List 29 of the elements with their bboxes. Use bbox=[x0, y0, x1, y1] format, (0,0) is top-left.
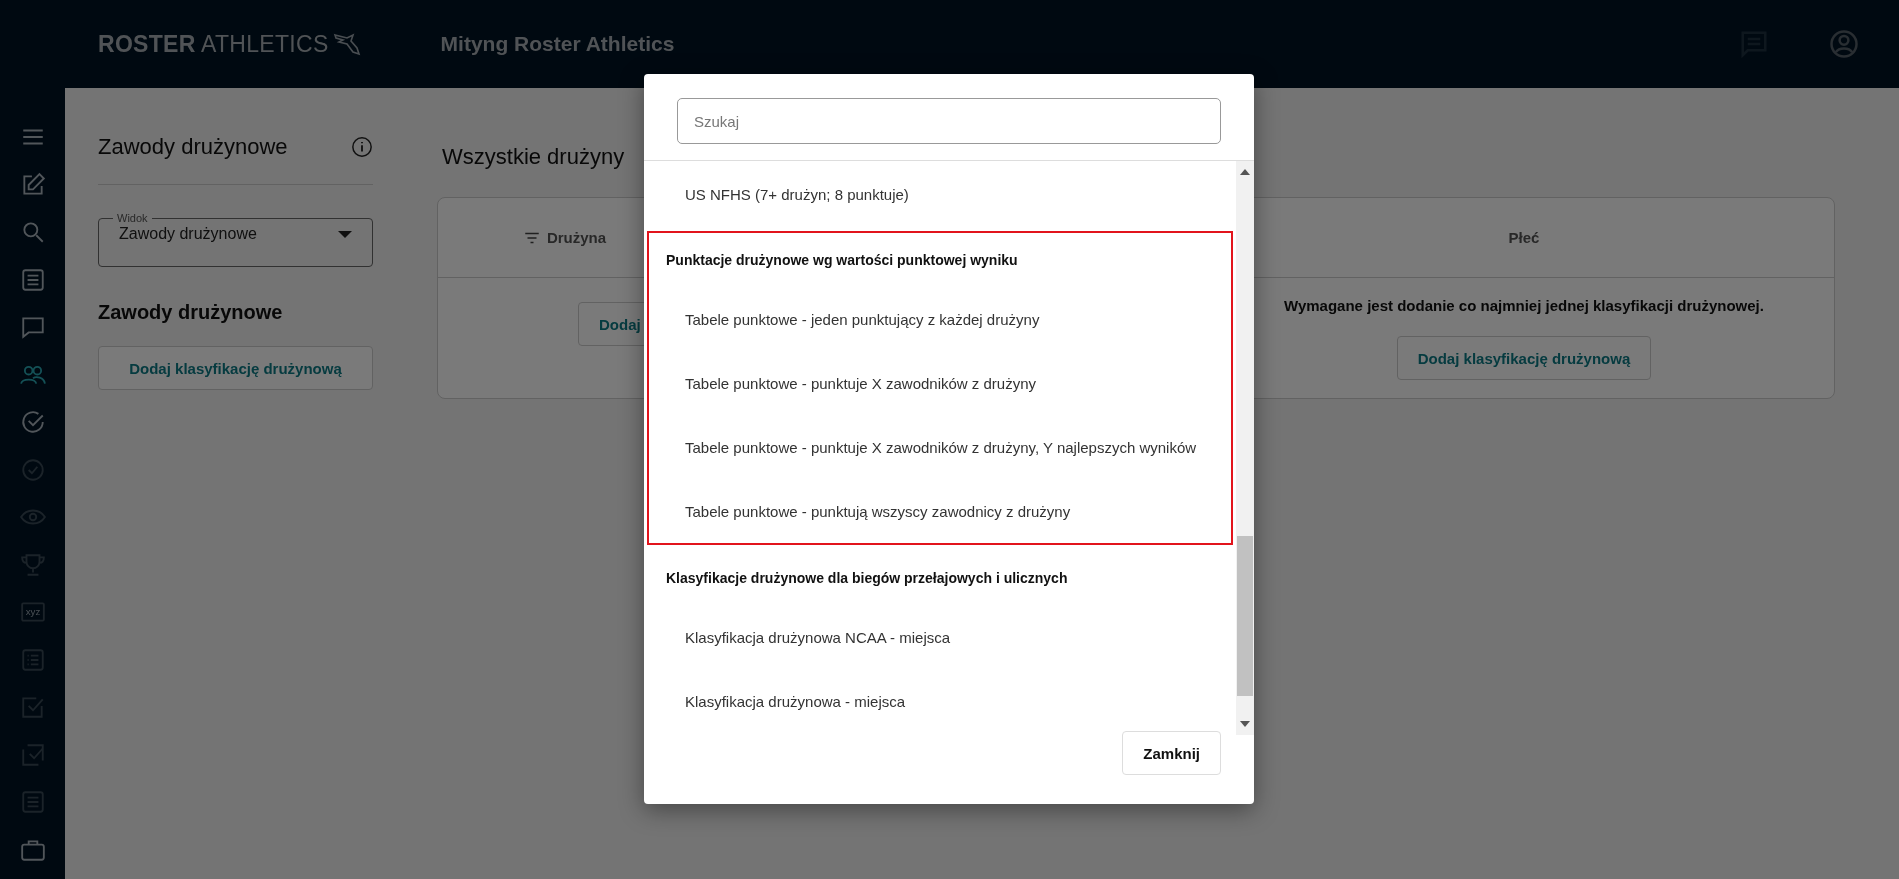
list-option[interactable]: US NFHS (7+ drużyn; 8 punktuje) bbox=[644, 161, 1236, 227]
scroll-down-icon[interactable] bbox=[1240, 721, 1250, 727]
nav-list-icon[interactable] bbox=[19, 266, 46, 293]
user-icon[interactable] bbox=[1829, 29, 1859, 59]
required-message: Wymagane jest dodanie co najmniej jednej klasyfikacji drużynowej. bbox=[1284, 297, 1764, 314]
scrollbar[interactable] bbox=[1236, 161, 1254, 735]
list-option[interactable]: Klasyfikacja drużynowa - miejsca bbox=[649, 669, 1231, 733]
nav-check-circle-icon[interactable] bbox=[19, 409, 46, 435]
search-field[interactable]: Szukaj bbox=[677, 98, 1221, 144]
scroll-up-icon[interactable] bbox=[1240, 169, 1250, 175]
list-option[interactable]: Tabele punktowe - punktuje X zawodników z drużyny bbox=[649, 351, 1231, 415]
panel-title: Zawody drużynowe bbox=[98, 134, 288, 160]
view-select[interactable]: Widok Zawody drużynowe bbox=[98, 211, 373, 267]
logo-text: ROSTER ATHLETICS bbox=[98, 30, 329, 58]
app-title: Mityng Roster Athletics bbox=[440, 32, 675, 56]
group-header: Punktacje drużynowe wg wartości punktowej wyniku bbox=[665, 251, 1019, 270]
info-icon[interactable] bbox=[351, 136, 373, 158]
scroll-thumb[interactable] bbox=[1237, 536, 1253, 696]
close-button[interactable]: Zamknij bbox=[1122, 731, 1221, 775]
group-header: Klasyfikacje drużynowe dla biegów przełajowych i ulicznych bbox=[665, 569, 1069, 588]
list-option[interactable]: Klasyfikacja drużynowa NCAA - miejsca bbox=[649, 605, 1231, 669]
list-option[interactable]: Tabele punktowe - jeden punktujący z każdej drużyny bbox=[649, 287, 1231, 351]
nav-chat-icon[interactable] bbox=[19, 314, 46, 340]
section-heading: Zawody drużynowe bbox=[98, 301, 284, 324]
winged-shoe-icon bbox=[332, 32, 361, 56]
list-option[interactable]: Tabele punktowe - punktuje X zawodników z drużyny, Y najlepszych wyników bbox=[649, 415, 1231, 479]
list-option[interactable]: Tabele punktowe - punktują wszyscy zawodnicy z drużyny bbox=[649, 479, 1231, 543]
dropdown-caret-icon bbox=[338, 230, 352, 238]
page-title: Wszystkie drużyny bbox=[442, 144, 626, 170]
